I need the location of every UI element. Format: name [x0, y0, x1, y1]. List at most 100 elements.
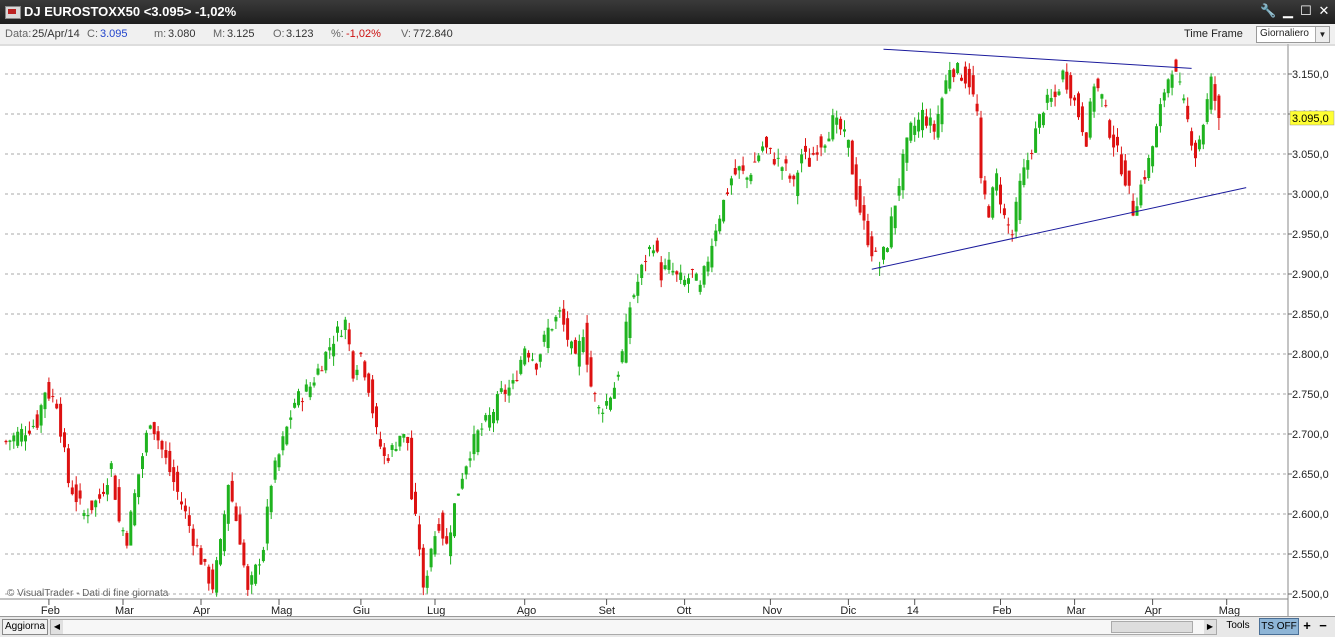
y-tick-label: 2.800,0	[1292, 349, 1329, 361]
candle-body	[129, 511, 133, 546]
candle-body	[909, 122, 913, 141]
zoom-out-icon[interactable]: −	[1317, 618, 1329, 633]
candle-body	[753, 161, 757, 163]
candle-body	[706, 261, 710, 272]
minimize-icon[interactable]: ▁	[1280, 3, 1296, 19]
refresh-button[interactable]: Aggiorna	[2, 619, 48, 635]
chart-area[interactable]: 2.500,0 2.550,0 2.600,0 2.650,0 2.700,0 2.750…	[0, 44, 1335, 616]
candle-body	[1116, 136, 1119, 146]
candle-body	[690, 269, 694, 271]
candle-body	[324, 351, 328, 371]
candle-body	[277, 454, 281, 468]
candle-body	[640, 264, 644, 278]
candle-body	[468, 458, 472, 461]
wrench-icon[interactable]: 🔧	[1260, 3, 1276, 19]
candle-body	[944, 80, 948, 94]
candle-body	[846, 139, 850, 148]
x-tick-label: Giu	[353, 605, 370, 616]
scroll-right-icon[interactable]: ▶	[1204, 620, 1216, 634]
candle-body	[975, 103, 979, 112]
candle-body	[460, 478, 464, 489]
x-tick-label: Mag	[1219, 605, 1240, 616]
candle-body	[702, 266, 706, 285]
candle-body	[1112, 134, 1116, 148]
candle-body	[472, 434, 476, 455]
candle-body	[870, 236, 874, 257]
horizontal-scrollbar[interactable]: ◀ ▶	[50, 619, 1217, 635]
candle-body	[542, 334, 546, 342]
candle-body	[102, 491, 105, 494]
candle-body	[1018, 180, 1022, 221]
candle-body	[1194, 142, 1197, 159]
candle-body	[406, 436, 410, 444]
candle-body	[963, 66, 967, 84]
candle-body	[495, 394, 499, 421]
candle-body	[616, 374, 620, 377]
scroll-thumb[interactable]	[1111, 621, 1193, 633]
zoom-in-icon[interactable]: +	[1301, 618, 1313, 633]
candle-body	[1014, 201, 1018, 232]
quote-info-bar: Data: 25/Apr/14 C: 3.095 m: 3.080 M: 3.1…	[0, 24, 1335, 45]
candle-body	[718, 218, 722, 232]
candle-body	[788, 175, 792, 179]
price-chart[interactable]: 2.500,0 2.550,0 2.600,0 2.650,0 2.700,0 2.750…	[0, 44, 1335, 616]
candle-body	[254, 564, 258, 584]
candle-body	[882, 246, 885, 260]
candle-body	[265, 506, 269, 544]
timeframe-value: Giornaliero	[1260, 28, 1309, 39]
candle-body	[1123, 160, 1127, 186]
candle-body	[889, 216, 893, 248]
y-tick-label: 2.650,0	[1292, 469, 1329, 481]
candle-body	[644, 261, 648, 263]
candle-body	[503, 389, 507, 395]
candle-body	[745, 177, 749, 180]
maximize-icon[interactable]: ☐	[1298, 3, 1314, 19]
candle-body	[417, 524, 421, 550]
candle-body	[632, 295, 636, 298]
close-icon[interactable]: ✕	[1316, 3, 1332, 19]
candle-body	[858, 186, 862, 213]
x-tick-label: Mag	[271, 605, 292, 616]
candle-body	[453, 503, 456, 537]
candle-body	[1190, 131, 1194, 146]
candle-body	[250, 575, 254, 585]
candle-body	[328, 347, 332, 351]
y-tick-label: 2.900,0	[1292, 269, 1329, 281]
candle-body	[1026, 160, 1030, 170]
candle-body	[605, 401, 609, 406]
candle-body	[480, 428, 484, 430]
candle-body	[1002, 208, 1006, 216]
candle-body	[597, 407, 601, 409]
candle-body	[273, 460, 277, 480]
candle-body	[1077, 93, 1080, 118]
candle-body	[98, 494, 102, 499]
candle-body	[137, 474, 141, 498]
candle-body	[601, 412, 605, 414]
x-tick-label: Mar	[1067, 605, 1086, 616]
y-tick-label: 2.600,0	[1292, 509, 1329, 521]
date-value: 25/Apr/14	[32, 28, 80, 40]
candle-body	[811, 153, 815, 155]
max-value: 3.125	[227, 28, 255, 40]
candle-body	[534, 363, 538, 370]
candle-body	[648, 246, 651, 250]
candle-body	[733, 168, 737, 175]
tools-button[interactable]: Tools	[1222, 619, 1254, 633]
ts-toggle-button[interactable]: TS OFF	[1259, 618, 1299, 635]
candle-body	[238, 514, 242, 545]
candle-body	[698, 284, 702, 292]
candle-body	[300, 401, 304, 403]
candle-body	[913, 125, 917, 135]
candle-body	[484, 415, 488, 421]
candle-body	[768, 147, 772, 149]
candle-body	[819, 136, 823, 148]
candle-body	[402, 434, 406, 438]
chevron-down-icon[interactable]: ▼	[1315, 27, 1329, 42]
candle-body	[554, 316, 558, 322]
trendlines	[871, 48, 1247, 270]
timeframe-select[interactable]: Giornaliero ▼	[1256, 26, 1330, 43]
candle-body	[375, 406, 378, 428]
y-tick-label: 3.000,0	[1292, 189, 1329, 201]
scroll-left-icon[interactable]: ◀	[51, 620, 63, 634]
candle-body	[156, 431, 160, 441]
